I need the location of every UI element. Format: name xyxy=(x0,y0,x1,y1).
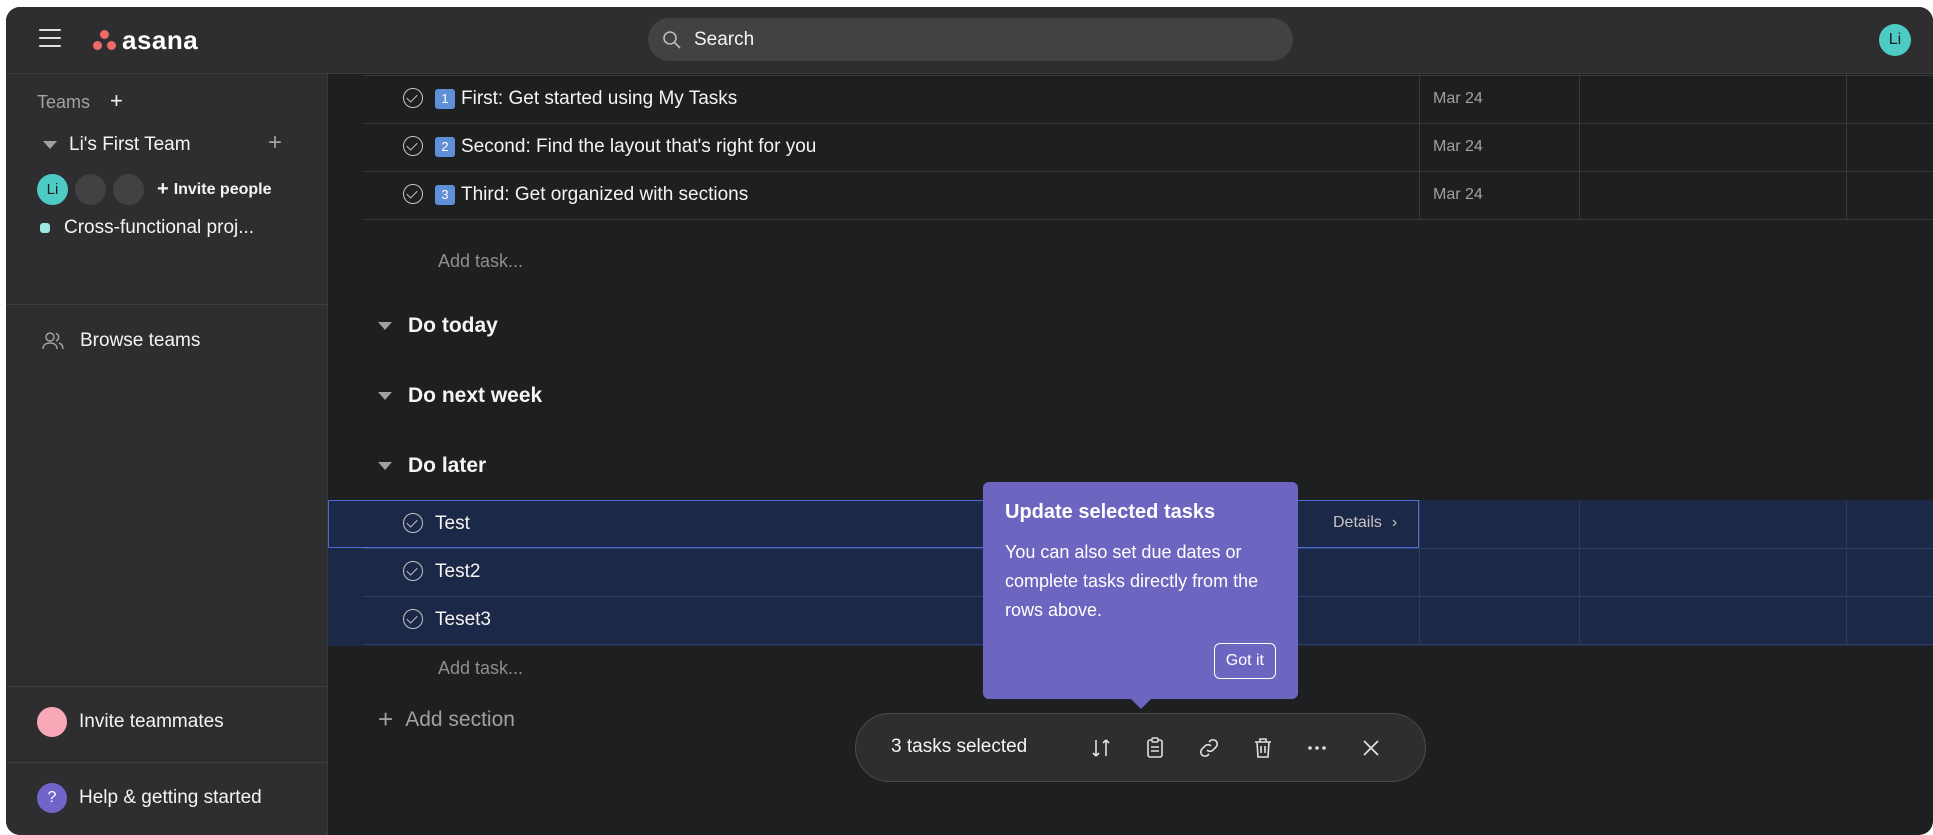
menu-icon[interactable] xyxy=(39,29,61,49)
task-name: First: Get started using My Tasks xyxy=(461,88,738,109)
due-date[interactable]: Mar 24 xyxy=(1433,90,1483,108)
sidebar: Teams + Li's First Team + Li + Invite pe… xyxy=(6,74,328,835)
complete-check-icon[interactable] xyxy=(403,136,423,156)
section-do-next-week[interactable]: Do next week xyxy=(378,384,542,408)
due-date[interactable]: Mar 24 xyxy=(1433,186,1483,204)
project-color-icon xyxy=(40,223,50,233)
add-section-label: Add section xyxy=(405,707,515,731)
chevron-right-icon: › xyxy=(1391,514,1398,531)
update-tasks-tooltip: Update selected tasks You can also set d… xyxy=(983,482,1298,709)
complete-check-icon[interactable] xyxy=(403,88,423,108)
asana-logo[interactable]: asana xyxy=(92,25,198,56)
due-date[interactable]: Mar 24 xyxy=(1433,138,1483,156)
column-divider xyxy=(1419,74,1420,220)
link-icon[interactable] xyxy=(1197,736,1221,760)
more-icon[interactable] xyxy=(1305,736,1329,760)
app-window: asana Search Li Teams + Li's First Team … xyxy=(6,7,1933,835)
table-row[interactable]: 3 Third: Get organized with sections Mar … xyxy=(363,171,1933,220)
divider xyxy=(6,762,327,763)
column-divider xyxy=(1419,500,1420,646)
complete-check-icon[interactable] xyxy=(403,609,423,629)
invite-teammates-label: Invite teammates xyxy=(79,711,224,732)
table-row[interactable]: 1 First: Get started using My Tasks Mar 2… xyxy=(363,75,1933,124)
tooltip-title: Update selected tasks xyxy=(1005,501,1216,523)
caret-down-icon[interactable] xyxy=(378,392,392,400)
complete-check-icon[interactable] xyxy=(403,184,423,204)
invite-teammates-button[interactable]: Invite teammates xyxy=(37,707,224,737)
member-avatar[interactable]: Li xyxy=(37,174,68,205)
team-name: Li's First Team xyxy=(69,134,191,155)
browse-teams-link[interactable]: Browse teams xyxy=(42,330,200,352)
browse-teams-label: Browse teams xyxy=(80,330,201,351)
add-task-button[interactable]: Add task... xyxy=(438,251,523,272)
help-button[interactable]: ? Help & getting started xyxy=(37,783,262,813)
section-title: Do today xyxy=(408,314,498,337)
invite-icon xyxy=(37,707,67,737)
close-icon[interactable] xyxy=(1359,736,1383,760)
table-row[interactable]: 2 Second: Find the layout that's right fo… xyxy=(363,123,1933,172)
trash-icon[interactable] xyxy=(1251,736,1275,760)
divider xyxy=(6,686,327,687)
keycap-3-icon: 3 xyxy=(435,185,455,205)
member-avatar-placeholder xyxy=(113,174,144,205)
member-avatar-placeholder xyxy=(75,174,106,205)
invite-people-button[interactable]: + Invite people xyxy=(157,178,271,201)
assign-project-icon[interactable] xyxy=(1143,736,1167,760)
table-row-edge xyxy=(363,27,1933,76)
bulk-action-bar: 3 tasks selected xyxy=(855,713,1426,782)
keycap-2-icon: 2 xyxy=(435,137,455,157)
add-task-button[interactable]: Add task... xyxy=(438,658,523,679)
tooltip-body: You can also set due dates or complete t… xyxy=(1005,542,1259,620)
teams-heading: Teams xyxy=(37,92,91,112)
add-section-button[interactable]: + Add section xyxy=(378,704,515,735)
plus-icon: + xyxy=(157,178,169,200)
divider xyxy=(6,304,327,305)
section-do-today[interactable]: Do today xyxy=(378,314,498,338)
add-team-icon[interactable]: + xyxy=(110,88,123,114)
selected-count: 3 tasks selected xyxy=(891,736,1028,757)
keycap-1-icon: 1 xyxy=(435,89,455,109)
details-button[interactable]: Details › xyxy=(1333,514,1397,532)
caret-down-icon[interactable] xyxy=(378,322,392,330)
project-name: Cross-functional proj... xyxy=(64,217,255,238)
column-divider xyxy=(1579,74,1580,220)
plus-icon: + xyxy=(378,704,394,734)
team-item[interactable]: Li's First Team xyxy=(43,134,191,156)
section-do-later[interactable]: Do later xyxy=(378,454,486,478)
got-it-button[interactable]: Got it xyxy=(1213,643,1276,679)
task-name: Test2 xyxy=(435,561,481,582)
complete-check-icon[interactable] xyxy=(403,561,423,581)
column-divider xyxy=(1846,74,1847,220)
column-divider xyxy=(1579,500,1580,646)
sidebar-item-project[interactable]: Cross-functional proj... xyxy=(40,217,254,239)
people-icon xyxy=(42,332,64,350)
task-name: Second: Find the layout that's right for… xyxy=(461,136,817,157)
invite-people-label: Invite people xyxy=(173,180,272,198)
section-title: Do next week xyxy=(408,384,543,407)
caret-down-icon[interactable] xyxy=(378,462,392,470)
column-divider xyxy=(1846,500,1847,646)
help-icon: ? xyxy=(37,783,67,813)
logo-text: asana xyxy=(122,25,199,55)
section-title: Do later xyxy=(408,454,487,477)
move-icon[interactable] xyxy=(1089,736,1113,760)
task-name: Teset3 xyxy=(435,609,491,630)
help-label: Help & getting started xyxy=(79,787,262,808)
caret-down-icon[interactable] xyxy=(43,141,57,149)
team-members: Li + Invite people xyxy=(37,174,271,205)
task-name: Third: Get organized with sections xyxy=(461,184,749,205)
details-label: Details xyxy=(1333,514,1382,531)
team-add-icon[interactable]: + xyxy=(268,129,282,157)
logo-dots-icon xyxy=(92,29,118,53)
